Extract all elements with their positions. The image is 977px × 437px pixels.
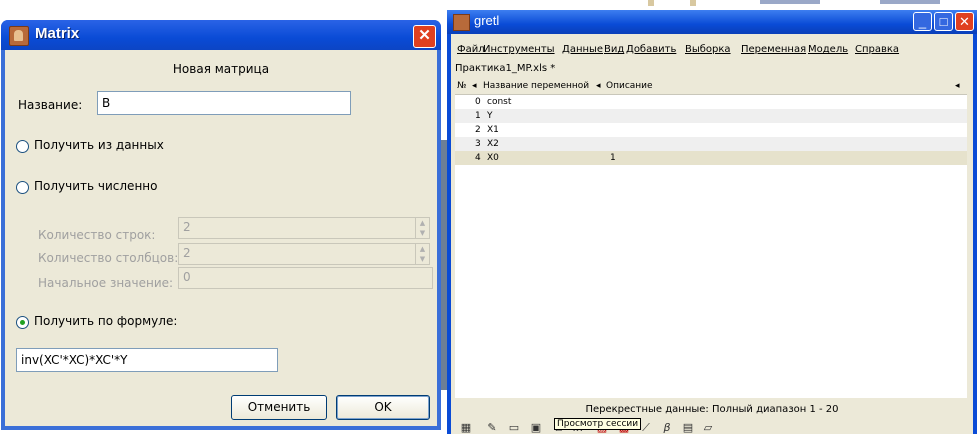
cancel-button-label: Отменить: [247, 400, 311, 414]
terminal-icon[interactable]: ▭: [507, 421, 521, 435]
ok-button-label: OK: [374, 400, 392, 414]
gretl-window: gretl _ □ ✕ Файл Инструменты Данные Вид …: [447, 10, 977, 434]
close-button[interactable]: ✕: [955, 12, 974, 31]
maximize-button[interactable]: □: [934, 12, 953, 31]
calculator-icon[interactable]: ▦: [459, 421, 473, 435]
radio-numeric[interactable]: [16, 181, 29, 194]
row-variable-name: Y: [487, 111, 493, 121]
row-variable-name: const: [487, 97, 512, 107]
menu-sample[interactable]: Выборка: [685, 44, 731, 55]
init-field[interactable]: 0: [178, 267, 433, 289]
menu-tools[interactable]: Инструменты: [483, 44, 555, 55]
cancel-button[interactable]: Отменить: [231, 395, 327, 420]
menu-add[interactable]: Добавить: [626, 44, 676, 55]
radio-from-data-label[interactable]: Получить из данных: [34, 138, 164, 152]
minimize-button[interactable]: _: [913, 12, 932, 31]
tooltip: Просмотр сессии: [554, 418, 642, 430]
radio-formula[interactable]: [16, 316, 29, 329]
gretl-app-icon: [453, 14, 470, 31]
matrix-dialog: Matrix ✕ Новая матрица Название: B Получ…: [1, 20, 441, 430]
spin-buttons[interactable]: ▲ ▼: [415, 244, 429, 264]
beta-icon[interactable]: β: [660, 421, 674, 435]
row-number: 0: [475, 97, 481, 107]
radio-formula-label[interactable]: Получить по формуле:: [34, 314, 177, 328]
name-label: Название:: [18, 98, 83, 112]
row-number: 4: [475, 153, 481, 163]
name-field[interactable]: B: [97, 91, 351, 115]
table-row[interactable]: 1 Y: [455, 109, 967, 123]
radio-numeric-label[interactable]: Получить численно: [34, 179, 157, 193]
row-number: 2: [475, 125, 481, 135]
init-label: Начальное значение:: [38, 276, 174, 290]
row-number: 3: [475, 139, 481, 149]
menu-file[interactable]: Файл: [457, 44, 485, 55]
menu-data[interactable]: Данные: [562, 44, 603, 55]
column-header-description[interactable]: Описание: [606, 81, 653, 91]
dialog-heading: Новая матрица: [172, 62, 270, 76]
table-row[interactable]: 4 X0 1: [455, 151, 967, 165]
table-row[interactable]: 3 X2: [455, 137, 967, 151]
menu-variable[interactable]: Переменная: [741, 44, 806, 55]
gretl-body: Файл Инструменты Данные Вид Добавить Выб…: [451, 34, 973, 434]
menu-model[interactable]: Модель: [808, 44, 848, 55]
sort-arrow-icon: ◂: [472, 81, 477, 91]
table-row[interactable]: 2 X1: [455, 123, 967, 137]
matrix-body: Новая матрица Название: B Получить из да…: [5, 50, 437, 426]
list-header: № ◂ Название переменной ◂ Описание ◂: [455, 78, 967, 95]
rows-label: Количество строк:: [38, 228, 156, 242]
background-window-fragment: [880, 0, 940, 4]
gretl-titlebar[interactable]: gretl _ □ ✕: [447, 10, 977, 34]
formula-field[interactable]: inv(XC'*XC)*XC'*Y: [16, 348, 278, 372]
matrix-title: Matrix: [35, 25, 80, 42]
background-window-fragment: [690, 0, 696, 6]
edit-icon[interactable]: ✎: [485, 421, 499, 435]
dataset-filename: Практика1_MP.xls *: [455, 63, 556, 74]
rows-value: 2: [183, 220, 191, 234]
row-variable-name: X1: [487, 125, 499, 135]
folder-icon[interactable]: ▱: [701, 421, 715, 435]
row-variable-name: X2: [487, 139, 499, 149]
status-bar: Перекрестные данные: Полный диапазон 1 -…: [585, 404, 839, 415]
background-window-fragment: [760, 0, 820, 4]
menubar: Файл Инструменты Данные Вид Добавить Выб…: [451, 44, 973, 60]
matrix-titlebar[interactable]: Matrix ✕: [1, 20, 441, 50]
cols-stepper[interactable]: 2 ▲ ▼: [178, 243, 430, 265]
table-row[interactable]: 0 const: [455, 95, 967, 109]
menu-view[interactable]: Вид: [604, 44, 624, 55]
gretl-app-icon: [9, 26, 29, 46]
background-window-fragment: [648, 0, 654, 6]
column-header-name[interactable]: Название переменной: [483, 81, 589, 91]
close-icon[interactable]: ✕: [413, 25, 436, 48]
sort-arrow-icon: ◂: [596, 81, 601, 91]
rows-stepper[interactable]: 2 ▲ ▼: [178, 217, 430, 239]
session-icon[interactable]: ▣: [529, 421, 543, 435]
row-description: 1: [610, 153, 616, 163]
radio-from-data[interactable]: [16, 140, 29, 153]
row-variable-name: X0: [487, 153, 499, 163]
row-number: 1: [475, 111, 481, 121]
spin-buttons[interactable]: ▲ ▼: [415, 218, 429, 238]
ok-button[interactable]: OK: [336, 395, 430, 420]
cols-label: Количество столбцов:: [38, 251, 179, 265]
cols-value: 2: [183, 246, 191, 260]
variable-list[interactable]: № ◂ Название переменной ◂ Описание ◂ 0 c…: [455, 78, 967, 398]
database-icon[interactable]: ▤: [681, 421, 695, 435]
column-header-number[interactable]: №: [457, 81, 466, 91]
gretl-title: gretl: [474, 13, 500, 28]
menu-help[interactable]: Справка: [855, 44, 899, 55]
scroll-arrow-icon: ◂: [955, 81, 960, 91]
